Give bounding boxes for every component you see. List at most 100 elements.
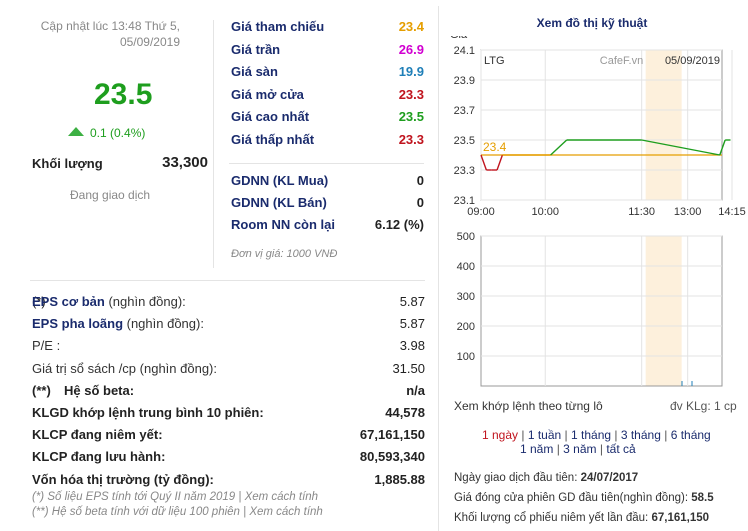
fundamental-label-suffix: (nghìn đồng):	[123, 316, 204, 332]
fundamental-row: KLCP đang niêm yết: 67,161,150	[32, 427, 425, 449]
range-separator: |	[611, 428, 621, 442]
chart-date: 05/09/2019	[665, 55, 720, 67]
range-tất-cả[interactable]: tất cả	[606, 442, 635, 456]
price-row: Giá thấp nhất 23.3	[231, 132, 424, 154]
fundamental-value: 5.87	[399, 316, 425, 332]
fundamental-prefix: (**)	[32, 382, 51, 398]
fundamental-label-text: Hệ số beta	[64, 382, 130, 398]
price-label: Giá trần	[231, 41, 281, 57]
fundamental-label-suffix: :	[259, 405, 264, 420]
price-label: Giá mở cửa	[231, 86, 304, 102]
price-row: Giá mở cửa 23.3	[231, 87, 424, 109]
fundamental-value: 44,578	[385, 405, 425, 420]
time-tick-label: 09:00	[467, 206, 495, 218]
first-close-info: Giá đóng cửa phiên GD đầu tiên(nghìn đồn…	[454, 492, 714, 504]
range-1-năm[interactable]: 1 năm	[520, 442, 553, 456]
fundamental-label: Vốn hóa thị trường (tỷ đồng):	[32, 472, 214, 487]
price-label: Giá cao nhất	[231, 109, 310, 124]
fundamental-row: Giá trị sổ sách /cp (nghìn đồng): 31.50	[32, 361, 425, 383]
fundamental-row: EPS pha loãng (nghìn đồng): 5.87	[32, 316, 425, 338]
fundamental-label[interactable]: EPS pha loãng (nghìn đồng):	[32, 316, 204, 331]
fundamental-label-suffix: (nghìn đồng):	[104, 294, 186, 309]
foreign-label: Room NN còn lại	[231, 217, 336, 232]
fundamental-label-text[interactable]: EPS pha loãng	[32, 316, 123, 331]
fundamental-label: Hệ số beta:	[64, 383, 134, 398]
unit-note: Đơn vị giá: 1000 VNĐ	[231, 248, 338, 260]
range-1-tháng[interactable]: 1 tháng	[571, 428, 611, 442]
range-3-năm[interactable]: 3 năm	[563, 442, 596, 456]
volume-tick-label: 400	[457, 261, 475, 273]
first-close-label: Giá đóng cửa phiên GD đầu tiên(nghìn đồn…	[454, 492, 692, 504]
volume-plot-frame	[480, 235, 723, 387]
foreign-row: Room NN còn lại 6.12 (%)	[231, 217, 424, 239]
fundamental-value: 80,593,340	[359, 449, 425, 465]
volume-tick-label: 200	[457, 321, 475, 333]
fundamental-row: (*) EPS cơ bản (nghìn đồng): 5.87	[32, 294, 425, 316]
volume-unit: đv KLg: 1 cp	[670, 399, 737, 413]
fundamental-row: P/E : 3.98	[32, 338, 425, 360]
current-price: 23.5	[94, 78, 153, 111]
fundamental-label-text: P/E	[32, 338, 53, 354]
range-separator: |	[518, 428, 528, 442]
volume-value: 33,300	[162, 154, 208, 171]
fundamental-label-suffix: :	[52, 338, 61, 354]
volume-label: Khối lượng	[32, 156, 103, 171]
fundamental-value: 67,161,150	[359, 427, 425, 443]
fundamental-value: 3.98	[399, 338, 425, 354]
fundamental-label-text[interactable]: EPS cơ bản	[32, 294, 105, 309]
price-tick-label: 24.1	[454, 45, 475, 57]
fundamental-row: (**) Hệ số beta: n/a	[32, 383, 425, 405]
fundamental-label-text: KLCP đang lưu hành	[32, 449, 162, 465]
range-separator: |	[596, 442, 607, 456]
update-line-1: Cập nhật lúc 13:48 Thứ 5,	[40, 19, 180, 33]
fundamental-label: KLCP đang niêm yết:	[32, 427, 163, 442]
lunch-band	[645, 50, 682, 200]
fundamental-label[interactable]: EPS cơ bản (nghìn đồng):	[32, 294, 186, 309]
volume-tick-label: 100	[457, 351, 475, 363]
price-label: Giá sàn	[231, 64, 278, 79]
time-tick-label: 13:00	[674, 206, 702, 218]
price-change: 0.1 (0.4%)	[68, 126, 145, 140]
first-trade-value: 24/07/2017	[580, 472, 639, 484]
fundamental-value: n/a	[406, 382, 425, 398]
price-row: Giá sàn 19.9	[231, 64, 424, 86]
range-1-ngày[interactable]: 1 ngày	[482, 428, 518, 442]
fundamental-label: KLGD khớp lệnh trung bình 10 phiên:	[32, 405, 264, 420]
first-listed-info: Khối lượng cổ phiếu niêm yết lần đầu: 67…	[454, 512, 709, 524]
fundamental-label-text: Giá trị sổ sách /cp	[32, 360, 137, 376]
first-close-value: 58.5	[691, 492, 714, 504]
range-3-tháng[interactable]: 3 tháng	[621, 428, 661, 442]
intraday-chart: 24.123.923.723.523.323.1Giá09:0010:0011:…	[450, 36, 746, 387]
range-separator: |	[660, 428, 671, 442]
beta-note[interactable]: (**) Hệ số beta tính với dữ liệu 100 phi…	[32, 506, 323, 518]
fundamental-label: KLCP đang lưu hành:	[32, 449, 165, 464]
range-separator: |	[553, 442, 564, 456]
price-row: Giá tham chiếu 23.4	[231, 19, 424, 41]
fundamental-row: KLCP đang lưu hành: 80,593,340	[32, 449, 425, 471]
fundamental-label-text: KLCP đang niêm yết	[32, 427, 159, 443]
range-1-tuần[interactable]: 1 tuần	[528, 428, 561, 442]
first-trade-info: Ngày giao dịch đầu tiên: 24/07/2017	[454, 472, 638, 484]
update-line-2: 05/09/2019	[119, 35, 180, 49]
range-selector-2: 1 năm | 3 năm | tất cả	[520, 442, 636, 456]
fundamental-label: P/E :	[32, 338, 60, 353]
price-row: Giá cao nhất 23.5	[231, 109, 424, 131]
divider	[213, 20, 214, 268]
trading-status: Đang giao dịch	[70, 188, 151, 202]
price-value: 23.3	[398, 86, 424, 102]
divider	[438, 6, 439, 531]
price-axis-label: Giá	[450, 36, 468, 41]
fundamental-label-text: KLGD khớp lệnh trung bình 10 phiên	[32, 405, 260, 420]
lunch-band-volume	[645, 236, 682, 386]
chart-title-link[interactable]: Xem đồ thị kỹ thuật	[452, 16, 732, 30]
price-plot-frame	[480, 49, 723, 201]
divider	[229, 163, 424, 164]
price-line-segment	[550, 139, 568, 156]
price-tick-label: 23.7	[454, 105, 475, 117]
fundamental-row: KLGD khớp lệnh trung bình 10 phiên: 44,57…	[32, 405, 425, 427]
trade-detail-link[interactable]: Xem khớp lệnh theo từng lô	[454, 399, 603, 413]
fundamental-value: 31.50	[392, 360, 425, 376]
eps-note[interactable]: (*) Số liệu EPS tính tới Quý II năm 2019…	[32, 491, 318, 503]
fundamental-label-suffix: (nghìn đồng):	[136, 360, 217, 376]
range-6-tháng[interactable]: 6 tháng	[671, 428, 711, 442]
